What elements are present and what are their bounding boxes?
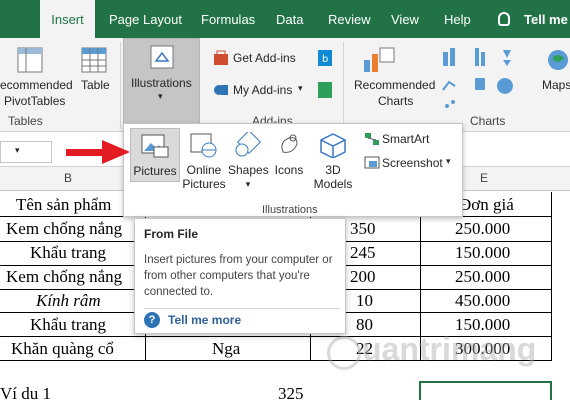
name-box-dropdown-icon[interactable]: ▾ [15, 145, 20, 156]
online-pictures-button[interactable]: Online Pictures [182, 132, 226, 198]
cell-footer-value[interactable]: 325 [278, 384, 304, 400]
cell-product[interactable]: Kem chống nắng [6, 267, 122, 287]
smartart-icon [365, 133, 379, 145]
pictures-icon [141, 134, 169, 158]
cell-product[interactable]: Kính râm [36, 291, 101, 311]
tell-me-more-link[interactable]: Tell me more [168, 313, 241, 327]
illustrations-button[interactable]: Illustrations ▾ [123, 38, 200, 124]
shapes-label: Shapes [228, 163, 269, 177]
online-pictures-label: Online Pictures [182, 163, 226, 191]
cell-price[interactable]: 250.000 [455, 219, 510, 239]
icons-button[interactable]: Icons [271, 132, 307, 192]
table-label[interactable]: Table [81, 78, 110, 92]
watermark-logo [327, 336, 361, 370]
cell-qty[interactable]: 245 [350, 243, 376, 263]
illustrations-icon [150, 45, 174, 69]
pivot-table-icon [17, 47, 43, 73]
cell-qty[interactable]: 200 [350, 267, 376, 287]
cell-price[interactable]: 150.000 [455, 243, 510, 263]
3d-models-icon [320, 133, 346, 159]
icons-label: Icons [274, 163, 304, 177]
screenshot-icon [364, 156, 380, 169]
pictures-label: Pictures [133, 164, 177, 178]
screenshot-dropdown-icon[interactable]: ▾ [446, 156, 451, 167]
bing-maps-icon[interactable]: b [318, 50, 332, 66]
tooltip-divider [144, 308, 340, 309]
maps-icon[interactable] [546, 48, 570, 74]
recommended-charts-icon[interactable] [362, 46, 398, 74]
tab-review[interactable]: Review [328, 0, 371, 38]
3d-models-button[interactable]: 3D Models [312, 132, 354, 198]
cell-price[interactable]: 450.000 [455, 291, 510, 311]
my-addins-button[interactable]: My Add-ins [233, 83, 292, 97]
excel-window: Insert Page Layout Formulas Data Review … [0, 0, 570, 400]
store-icon [214, 50, 228, 65]
recommended-pivottables-label-1[interactable]: ecommended [0, 78, 73, 92]
tab-page-layout[interactable]: Page Layout [109, 0, 182, 38]
icons-icon [281, 134, 298, 153]
cell-qty[interactable]: 350 [350, 219, 376, 239]
ribbon: ecommended PivotTables Table Tables Illu… [0, 38, 570, 132]
chevron-down-icon: ▾ [158, 91, 163, 101]
chart-types-gallery[interactable] [441, 46, 531, 112]
recommended-charts-label-2[interactable]: Charts [378, 94, 413, 108]
name-box[interactable]: ▾ [0, 141, 52, 163]
online-pictures-icon [190, 133, 217, 158]
cell-person[interactable]: Nga [212, 339, 240, 359]
svg-text:b: b [322, 54, 328, 65]
illustrations-label: Illustrations [131, 76, 192, 90]
pictures-button[interactable]: Pictures [130, 128, 180, 182]
red-arrow-annotation [66, 140, 130, 164]
my-addins-dropdown-icon[interactable]: ▾ [298, 83, 303, 94]
divider [120, 42, 121, 128]
get-addins-button[interactable]: Get Add-ins [233, 51, 296, 65]
cell-header-price[interactable]: Đơn giá [459, 195, 514, 215]
col-border [551, 192, 552, 360]
charts-group-label: Charts [470, 114, 506, 128]
tab-insert[interactable]: Insert [40, 0, 95, 38]
cell-qty[interactable]: 10 [356, 291, 373, 311]
selected-cell[interactable] [419, 381, 552, 400]
watermark-text: uantrimang [362, 331, 537, 367]
ribbon-tab-bar: Insert Page Layout Formulas Data Review … [0, 0, 570, 38]
tab-formulas[interactable]: Formulas [201, 0, 255, 38]
tab-view[interactable]: View [391, 0, 419, 38]
cell-header-product[interactable]: Tên sản phẩm [16, 195, 111, 215]
cell-product[interactable]: Kem chống nắng [6, 219, 122, 239]
lightbulb-icon [498, 12, 510, 26]
pictures-tooltip: From File Insert pictures from your comp… [134, 218, 346, 334]
cell-product[interactable]: Khăn quàng cổ [11, 339, 114, 359]
recommended-pivottables-label-2[interactable]: PivotTables [4, 94, 65, 108]
tell-me-box[interactable]: Tell me w [524, 0, 570, 38]
recommended-charts-label-1[interactable]: Recommended [354, 78, 435, 92]
column-header-e[interactable]: E [480, 171, 488, 185]
tab-data[interactable]: Data [276, 0, 303, 38]
my-addins-icon [214, 85, 228, 95]
people-graph-icon[interactable] [318, 82, 332, 98]
illustrations-group-label: Illustrations [262, 204, 318, 216]
shapes-dropdown-icon: ▾ [245, 179, 251, 189]
smartart-button[interactable]: SmartArt [382, 132, 429, 146]
screenshot-button[interactable]: Screenshot [382, 156, 443, 170]
maps-label[interactable]: Maps [542, 78, 570, 92]
cell-product[interactable]: Khẩu trang [30, 243, 106, 263]
column-header-b[interactable]: B [64, 171, 72, 185]
help-icon[interactable]: ? [144, 312, 160, 328]
tab-file[interactable] [0, 0, 40, 38]
tooltip-title: From File [144, 227, 199, 241]
tab-help[interactable]: Help [444, 0, 471, 38]
cell-footer-label[interactable]: Ví dụ 1 [0, 384, 51, 400]
shapes-button[interactable]: Shapes ▾ [228, 129, 269, 198]
divider [343, 42, 344, 128]
shapes-icon [235, 129, 262, 157]
table-icon[interactable] [80, 46, 108, 74]
cell-price[interactable]: 250.000 [455, 267, 510, 287]
tables-group-label: Tables [8, 114, 43, 128]
cell-product[interactable]: Khẩu trang [30, 315, 106, 335]
3d-models-label: 3D Models [313, 163, 353, 191]
tooltip-body: Insert pictures from your computer or fr… [144, 254, 333, 298]
illustrations-dropdown: Pictures Online Pictures Shapes ▾ Icons [123, 123, 463, 217]
